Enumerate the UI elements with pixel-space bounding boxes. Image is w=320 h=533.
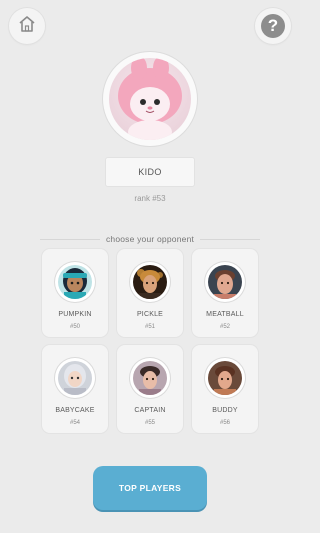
player-name: KIDO xyxy=(138,167,162,177)
opponent-card-pickle[interactable]: PICKLE #51 xyxy=(117,249,183,337)
opponent-select-screen: ? KIDO rank #53 choose your opponent PUM… xyxy=(0,0,300,533)
opponent-name: CAPTAIN xyxy=(134,407,166,414)
opponent-rank: #51 xyxy=(144,324,155,330)
opponent-rank: #52 xyxy=(219,324,230,330)
opponent-avatar xyxy=(208,265,242,299)
opponent-avatar-frame xyxy=(55,358,95,398)
help-button[interactable]: ? xyxy=(255,8,291,44)
opponent-name: MEATBALL xyxy=(206,311,244,318)
opponent-card-meatball[interactable]: MEATBALL #52 xyxy=(192,249,258,337)
opponent-card-buddy[interactable]: BUDDY #56 xyxy=(192,345,258,433)
opponent-card-pumpkin[interactable]: PUMPKIN #50 xyxy=(42,249,108,337)
player-avatar xyxy=(109,58,191,140)
divider-left xyxy=(40,238,100,240)
opponent-avatar-frame xyxy=(55,262,95,302)
opponent-avatar xyxy=(58,265,92,299)
player-rank: rank #53 xyxy=(134,194,166,203)
home-icon xyxy=(17,14,37,39)
opponent-rank: #56 xyxy=(219,420,230,426)
opponent-rank: #50 xyxy=(69,324,80,330)
top-players-label: TOP PLAYERS xyxy=(118,483,182,493)
opponent-avatar-frame xyxy=(205,262,245,302)
player-name-box: KIDO xyxy=(106,158,194,186)
opponent-name: BUDDY xyxy=(212,407,238,414)
opponent-avatar-frame xyxy=(130,262,170,302)
opponent-rank: #54 xyxy=(69,420,80,426)
section-title: choose your opponent xyxy=(105,234,195,244)
opponent-avatar xyxy=(58,361,92,395)
opponent-rank: #55 xyxy=(144,420,155,426)
question-mark-icon: ? xyxy=(261,14,285,38)
opponent-avatar xyxy=(133,265,167,299)
opponent-card-babycake[interactable]: BABYCAKE #54 xyxy=(42,345,108,433)
opponent-avatar-frame xyxy=(205,358,245,398)
home-button[interactable] xyxy=(9,8,45,44)
opponent-card-captain[interactable]: CAPTAIN #55 xyxy=(117,345,183,433)
top-players-button[interactable]: TOP PLAYERS xyxy=(93,466,207,510)
player-avatar-frame xyxy=(103,52,197,146)
opponent-avatar-frame xyxy=(130,358,170,398)
divider-right xyxy=(200,238,260,240)
opponent-avatar xyxy=(133,361,167,395)
opponent-name: BABYCAKE xyxy=(55,407,95,414)
opponent-name: PUMPKIN xyxy=(58,311,92,318)
opponent-section-header: choose your opponent xyxy=(40,233,260,245)
opponent-avatar xyxy=(208,361,242,395)
opponent-name: PICKLE xyxy=(136,311,164,318)
